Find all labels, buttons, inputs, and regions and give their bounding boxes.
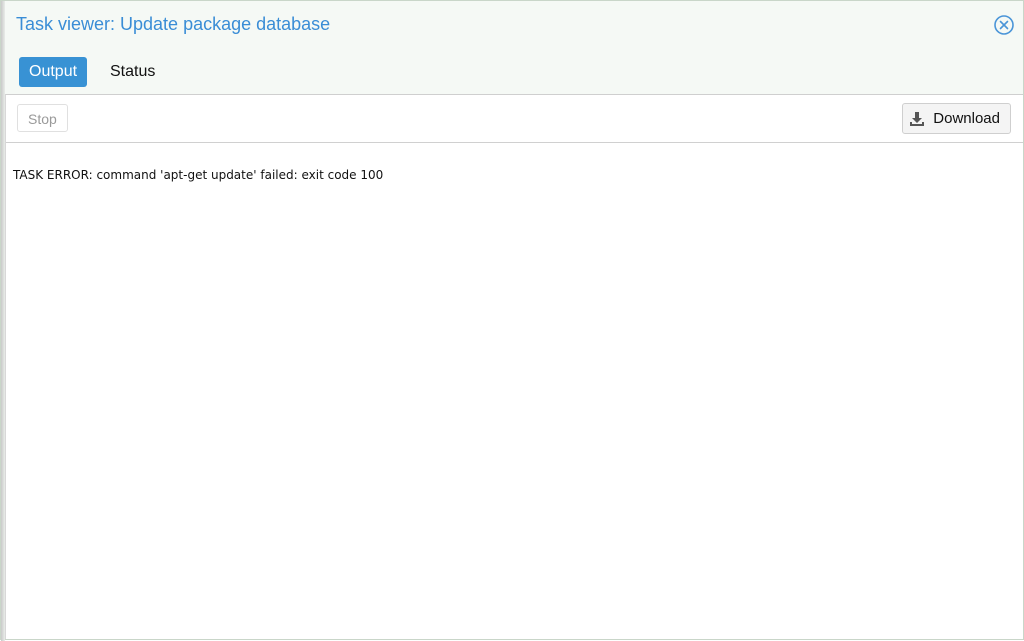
log-line: TASK ERROR: command 'apt-get update' fai…	[13, 168, 384, 182]
download-button[interactable]: Download	[902, 103, 1011, 134]
tab-output[interactable]: Output	[19, 57, 88, 87]
log-output: TASK ERROR: command 'apt-get update' fai…	[6, 143, 1023, 639]
tab-status[interactable]: Status	[100, 57, 165, 87]
window-title: Task viewer: Update package database	[16, 14, 331, 34]
close-icon[interactable]	[993, 14, 1015, 36]
stop-button[interactable]: Stop	[17, 104, 68, 132]
window-header: Task viewer: Update package database	[5, 1, 1023, 49]
download-label: Download	[933, 110, 1000, 127]
output-panel: Stop Download TASK ERROR: command 'apt-g…	[5, 94, 1023, 639]
toolbar: Stop Download	[6, 95, 1023, 143]
download-icon	[910, 111, 925, 126]
tab-bar: Output Status	[5, 49, 1023, 94]
task-viewer-window: Task viewer: Update package database Out…	[0, 0, 1024, 641]
